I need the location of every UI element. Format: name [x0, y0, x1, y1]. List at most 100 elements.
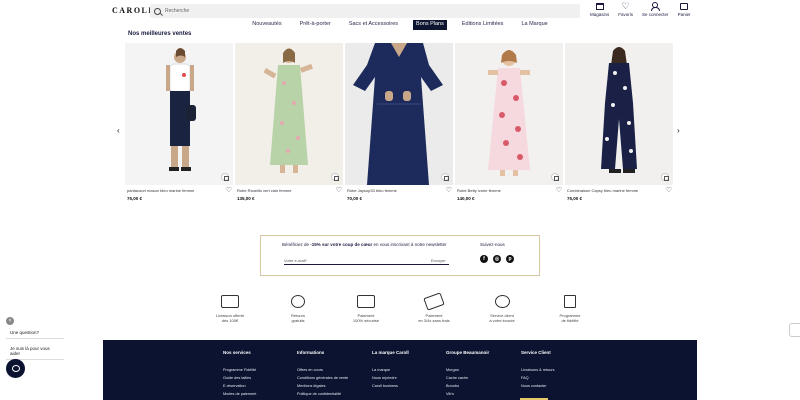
service-line-2: en 3/4x sans frais: [418, 318, 450, 323]
search-input[interactable]: [165, 8, 565, 14]
footer-link[interactable]: Vib's: [446, 392, 489, 396]
heart-icon[interactable]: ♡: [666, 187, 672, 194]
footer-column-title: Informations: [297, 350, 325, 355]
service-item[interactable]: Paiement 100% sécurisé: [336, 295, 396, 323]
product-name[interactable]: pantacourt mason bleu marine femme: [127, 188, 194, 194]
footer-link[interactable]: La marque: [372, 368, 409, 372]
site-footer: Nos services Programme Fidélité Guide de…: [103, 340, 697, 400]
service-item[interactable]: Service client à votre écoute: [472, 295, 532, 323]
follow-us-label: Suivez-nous: [480, 242, 505, 247]
product-name[interactable]: Robe Jaysop33 bleu femme: [347, 188, 397, 194]
quick-view-icon[interactable]: [221, 173, 229, 181]
side-tab[interactable]: [789, 323, 800, 337]
product-card[interactable]: Combinaison Capsy bleu marine femme ♡ 75…: [565, 43, 673, 201]
service-item[interactable]: Paiement en 3/4x sans frais: [404, 292, 464, 323]
chat-button[interactable]: [6, 359, 25, 378]
cart-button[interactable]: Panier: [678, 3, 691, 17]
nav-item-bons-plans[interactable]: Bons Plans: [413, 20, 447, 30]
footer-link[interactable]: Offres en cours: [297, 368, 348, 372]
footer-link[interactable]: Modes de paiement: [223, 392, 256, 396]
favorites-button[interactable]: Favoris: [618, 3, 633, 17]
product-card[interactable]: Robe Jaysop33 bleu femme ♡ 70,00 €: [345, 43, 453, 201]
service-line-2: dès 100€: [221, 318, 239, 323]
instagram-icon[interactable]: ◎: [493, 255, 501, 263]
service-item[interactable]: Livraison offerte dès 100€: [200, 295, 260, 323]
newsletter-text-prefix: Bénéficiez de: [282, 242, 311, 247]
service-line-2: 100% sécurisé: [352, 318, 380, 323]
footer-column-title: Nos services: [223, 350, 251, 355]
favorites-label: Favoris: [618, 12, 634, 17]
footer-link[interactable]: Cache cache: [446, 376, 489, 380]
model-figure: [166, 48, 196, 171]
product-name[interactable]: Robe Betty ivoire femme: [457, 188, 501, 194]
footer-link[interactable]: Programme Fidélité: [223, 368, 256, 372]
product-image[interactable]: [345, 43, 453, 185]
store-icon: [595, 3, 604, 10]
product-card[interactable]: Robe Ricarillo vert clair femme ♡ 135,00…: [235, 43, 343, 201]
model-figure: [601, 47, 637, 173]
product-card[interactable]: Robe Betty ivoire femme ♡ 140,00 €: [455, 43, 563, 201]
product-image[interactable]: [565, 43, 673, 185]
nav-item-sacs-accessoires[interactable]: Sacs et Accessoires: [346, 20, 401, 30]
newsletter-email-input[interactable]: [284, 257, 449, 265]
newsletter-send-button[interactable]: Envoyer: [431, 258, 446, 263]
facebook-icon[interactable]: f: [480, 255, 488, 263]
chat-question[interactable]: Une question?: [6, 327, 64, 339]
heart-icon[interactable]: ♡: [336, 187, 342, 194]
nav-item-editions-limitees[interactable]: Editions Limitées: [459, 20, 507, 30]
search-icon: [154, 7, 161, 15]
footer-link[interactable]: Bonobo: [446, 384, 489, 388]
product-card[interactable]: pantacourt mason bleu marine femme ♡ 75,…: [125, 43, 233, 201]
footer-link[interactable]: Nous contacter: [521, 384, 555, 388]
footer-column-title: Service Client: [521, 350, 551, 355]
brand-logo[interactable]: CAROLL: [112, 6, 155, 15]
footer-link[interactable]: Politique de confidentialité: [297, 392, 348, 396]
bag-icon: [680, 3, 689, 10]
heart-icon[interactable]: ♡: [556, 187, 562, 194]
header-actions: Magasins Favoris Se connecter Panier: [590, 2, 691, 17]
product-name[interactable]: Robe Ricarillo vert clair femme: [237, 188, 291, 194]
footer-link[interactable]: Mentions légales: [297, 384, 348, 388]
card-icon: [357, 295, 375, 308]
loyalty-icon: [564, 295, 576, 308]
service-line-2: à votre écoute: [489, 318, 515, 323]
product-image[interactable]: [125, 43, 233, 185]
installments-icon: [423, 292, 445, 311]
product-image[interactable]: [235, 43, 343, 185]
quick-view-icon[interactable]: [441, 173, 449, 181]
quick-view-icon[interactable]: [661, 173, 669, 181]
service-item[interactable]: Programme de fidélité: [540, 295, 600, 323]
close-icon[interactable]: ×: [6, 317, 14, 325]
user-icon: [651, 2, 661, 11]
footer-link[interactable]: Conditions générales de vente: [297, 376, 348, 380]
search-bar[interactable]: [150, 4, 580, 18]
stores-button[interactable]: Magasins: [590, 3, 609, 17]
product-image[interactable]: [455, 43, 563, 185]
model-figure: [488, 50, 530, 176]
model-figure: [263, 48, 313, 173]
footer-link[interactable]: Guide des tailles: [223, 376, 256, 380]
login-button[interactable]: Se connecter: [642, 2, 669, 17]
pinterest-icon[interactable]: p: [506, 255, 514, 263]
nav-item-nouveautes[interactable]: Nouveautés: [249, 20, 284, 30]
footer-link[interactable]: Nous rejoindre: [372, 376, 409, 380]
nav-item-la-marque[interactable]: La Marque: [518, 20, 550, 30]
footer-link[interactable]: Caroll business: [372, 384, 409, 388]
service-item[interactable]: Retours gratuits: [268, 295, 328, 323]
heart-icon[interactable]: ♡: [446, 187, 452, 194]
chat-help[interactable]: Je suis là pour vous aider: [6, 343, 64, 360]
product-name[interactable]: Combinaison Capsy bleu marine femme: [567, 188, 638, 194]
quick-view-icon[interactable]: [551, 173, 559, 181]
footer-link[interactable]: Livraisons & retours: [521, 368, 555, 372]
nav-item-pret-a-porter[interactable]: Prêt-à-porter: [297, 20, 334, 30]
heart-icon[interactable]: ♡: [226, 187, 232, 194]
carousel-prev-icon[interactable]: ‹: [117, 126, 120, 135]
footer-link[interactable]: E-réservation: [223, 384, 256, 388]
quick-view-icon[interactable]: [331, 173, 339, 181]
footer-link[interactable]: Morgan: [446, 368, 489, 372]
product-price: 75,00 €: [127, 196, 143, 201]
footer-link[interactable]: FAQ: [521, 376, 555, 380]
product-price: 140,00 €: [457, 196, 475, 201]
site-header: CAROLL Magasins Favoris Se connecter Pan…: [0, 0, 800, 20]
product-price: 135,00 €: [237, 196, 255, 201]
